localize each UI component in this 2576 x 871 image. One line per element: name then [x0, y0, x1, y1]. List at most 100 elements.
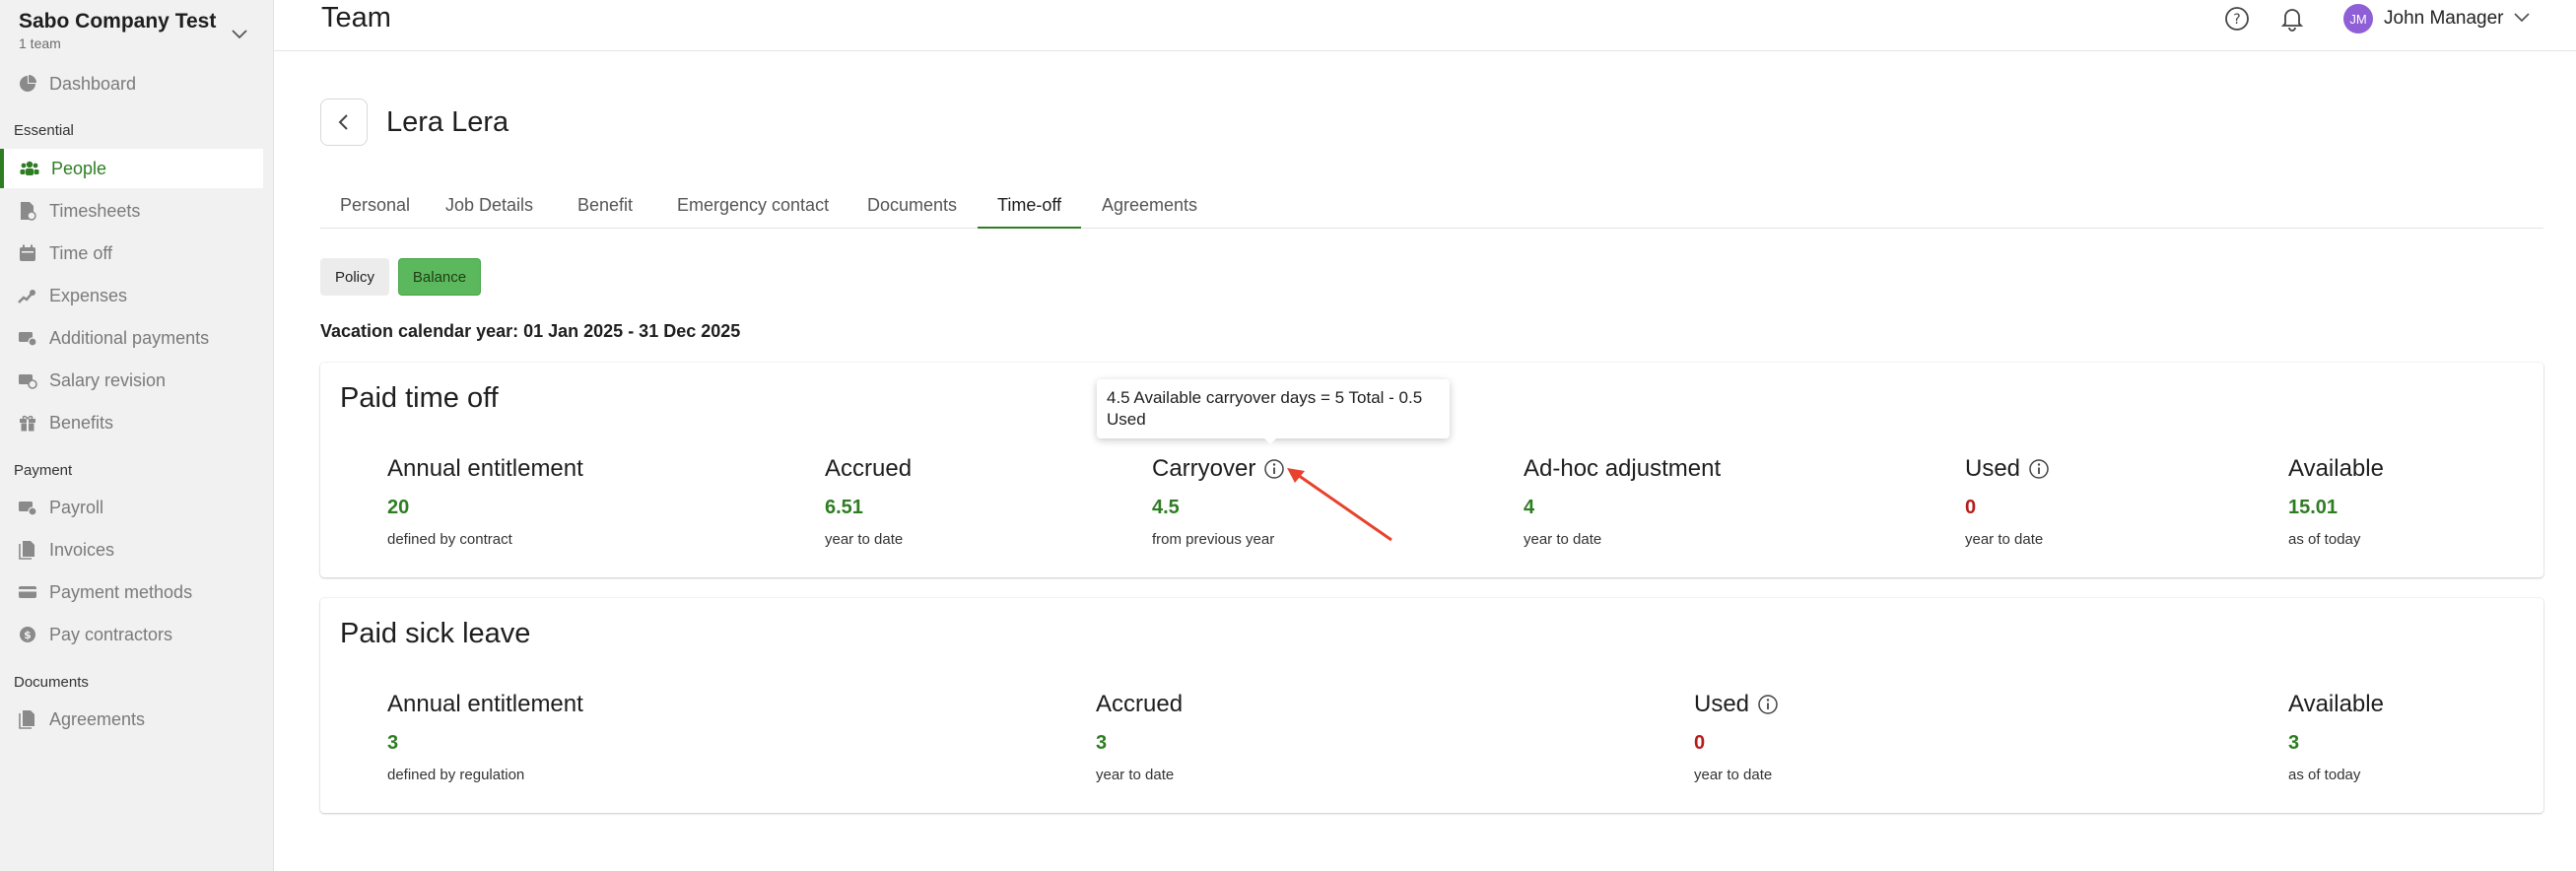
stat-value: 3 [1096, 732, 1108, 754]
stat-used: Used 0 year to date [1694, 691, 1779, 783]
tab-job-details[interactable]: Job Details [426, 185, 553, 229]
stat-label-row: Used [1694, 691, 1779, 718]
info-icon[interactable] [1757, 694, 1779, 715]
help-icon[interactable]: ? [2223, 5, 2251, 33]
sidebar-item-label: Expenses [49, 285, 128, 305]
stat-sub: as of today [2288, 531, 2361, 548]
chevron-left-icon [338, 114, 348, 130]
sidebar-item-agreements[interactable]: Agreements [0, 700, 263, 739]
sidebar-item-people[interactable]: People [0, 149, 263, 188]
stat-label: Accrued [825, 455, 913, 482]
stat-label: Carryover [1152, 455, 1256, 482]
balance-button[interactable]: Balance [398, 258, 481, 296]
stat-sub: year to date [1694, 767, 1773, 783]
stat-sub: defined by contract [387, 531, 512, 548]
stat-value: 3 [387, 732, 399, 754]
sidebar-section-essential: Essential [14, 122, 74, 139]
stat-label-row: Used [1965, 455, 2050, 483]
info-icon[interactable] [2028, 458, 2050, 480]
tab-agreements[interactable]: Agreements [1082, 185, 1217, 229]
user-name[interactable]: John Manager [2384, 8, 2503, 30]
sidebar-item-label: Additional payments [49, 327, 210, 348]
sidebar-item-salary-revision[interactable]: Salary revision [0, 361, 263, 400]
chevron-down-icon[interactable] [2513, 12, 2531, 24]
dollar-coin-icon: $ [18, 625, 37, 644]
stat-annual-entitlement: Annual entitlement 3 defined by regulati… [387, 691, 583, 783]
stat-accrued: Accrued 3 year to date [1096, 691, 1183, 783]
expenses-icon [18, 286, 37, 305]
company-switcher[interactable]: Sabo Company Test 1 team [19, 10, 247, 51]
page-title: Team [321, 2, 391, 34]
bell-icon[interactable] [2278, 5, 2306, 33]
back-button[interactable] [320, 99, 368, 146]
stat-label: Available [2288, 691, 2384, 717]
tab-emergency-contact[interactable]: Emergency contact [657, 185, 848, 229]
person-name: Lera Lera [386, 106, 509, 138]
tab-time-off[interactable]: Time-off [978, 185, 1082, 229]
stat-sub: year to date [1524, 531, 1602, 548]
stat-label: Available [2288, 455, 2384, 482]
stat-value: 6.51 [825, 497, 863, 518]
sidebar-item-additional-payments[interactable]: Additional payments [0, 318, 263, 358]
stat-value: 15.01 [2288, 497, 2339, 518]
company-team-count: 1 team [19, 35, 61, 51]
tab-personal[interactable]: Personal [320, 185, 430, 229]
sidebar-item-dashboard[interactable]: Dashboard [0, 64, 263, 103]
stat-available: Available 15.01 as of today [2288, 455, 2384, 548]
sidebar-item-label: Dashboard [49, 73, 137, 94]
sidebar-section-documents: Documents [14, 674, 89, 691]
sidebar: Sabo Company Test 1 team Dashboard Essen… [0, 0, 274, 871]
sidebar-item-payroll[interactable]: Payroll [0, 488, 263, 527]
stat-value: 0 [1694, 732, 1706, 754]
sidebar-item-label: Payroll [49, 497, 104, 517]
stat-used: Used 0 year to date [1965, 455, 2050, 548]
gift-icon [18, 413, 37, 433]
sidebar-item-label: Agreements [49, 708, 146, 729]
payments-icon [18, 328, 37, 348]
stat-carryover: Carryover 4.5 from previous year [1152, 455, 1285, 548]
stat-available: Available 3 as of today [2288, 691, 2384, 783]
sidebar-item-label: Invoices [49, 539, 115, 560]
sidebar-item-pay-contractors[interactable]: $ Pay contractors [0, 615, 263, 654]
stat-value: 0 [1965, 497, 1977, 518]
invoice-icon [18, 540, 37, 560]
stat-label: Accrued [1096, 691, 1184, 717]
top-header: Team ? JM John Manager [274, 0, 2576, 51]
chevron-down-icon [232, 30, 247, 39]
stat-label: Used [1965, 455, 2021, 482]
policy-button[interactable]: Policy [320, 258, 389, 296]
pie-chart-icon [18, 74, 37, 94]
stat-label: Used [1694, 691, 1750, 717]
document-icon [18, 709, 37, 729]
sidebar-item-expenses[interactable]: Expenses [0, 276, 263, 315]
carryover-tooltip: 4.5 Available carryover days = 5 Total -… [1097, 379, 1450, 438]
stat-sub: year to date [825, 531, 904, 548]
sidebar-item-invoices[interactable]: Invoices [0, 530, 263, 570]
sidebar-item-label: Timesheets [49, 200, 141, 221]
stat-label: Annual entitlement [387, 691, 583, 717]
vacation-calendar-year: Vacation calendar year: 01 Jan 2025 - 31… [320, 321, 741, 341]
company-name: Sabo Company Test [19, 10, 217, 33]
stat-value: 20 [387, 497, 410, 518]
sidebar-section-payment: Payment [14, 462, 73, 479]
sidebar-item-time-off[interactable]: Time off [0, 234, 263, 273]
people-icon [20, 159, 39, 178]
tab-documents[interactable]: Documents [847, 185, 977, 229]
tooltip-pointer [1263, 437, 1277, 444]
calendar-icon [18, 243, 37, 263]
sidebar-item-payment-methods[interactable]: Payment methods [0, 572, 263, 612]
stat-label-row: Carryover [1152, 455, 1285, 483]
credit-card-icon [18, 582, 37, 602]
avatar[interactable]: JM [2343, 4, 2373, 34]
timesheet-icon [18, 201, 37, 221]
sidebar-item-timesheets[interactable]: Timesheets [0, 191, 263, 231]
sidebar-item-benefits[interactable]: Benefits [0, 403, 263, 442]
stat-annual-entitlement: Annual entitlement 20 defined by contrac… [387, 455, 583, 548]
annotation-arrow-icon [1287, 468, 1392, 542]
salary-revision-icon [18, 370, 37, 390]
stat-sub: year to date [1096, 767, 1175, 783]
stat-accrued: Accrued 6.51 year to date [825, 455, 912, 548]
tab-benefit[interactable]: Benefit [558, 185, 652, 229]
sidebar-item-label: Salary revision [49, 369, 167, 390]
card-title: Paid sick leave [340, 618, 531, 649]
